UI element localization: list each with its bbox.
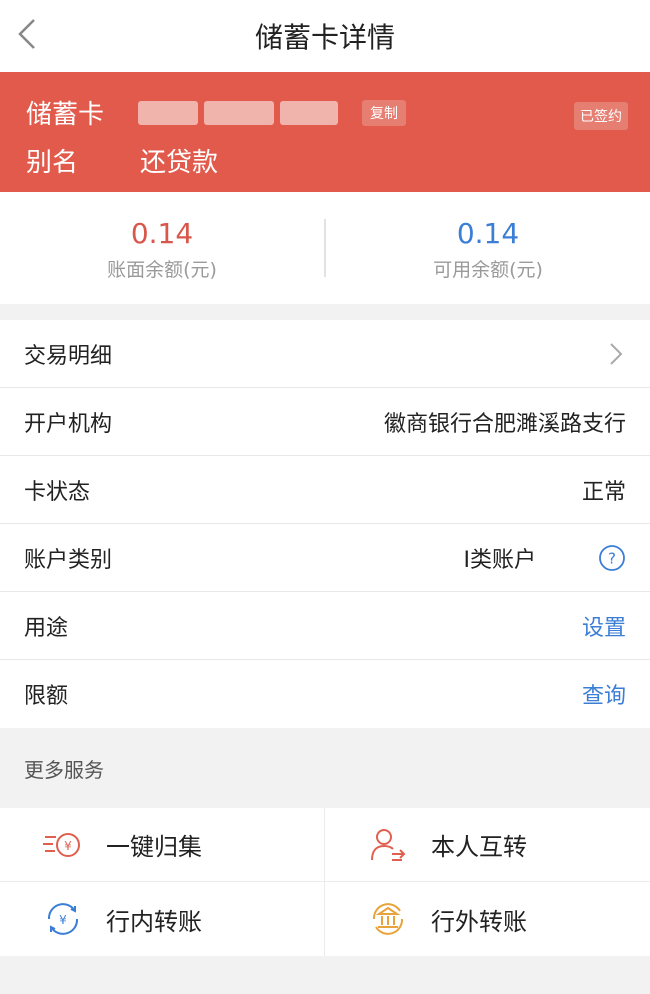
available-balance-label: 可用余额(元) xyxy=(433,258,543,281)
card-status-row: 卡状态 正常 xyxy=(0,456,650,524)
card-status-value: 正常 xyxy=(581,479,626,505)
card-banner: 储蓄卡 复制 已签约 别名 还贷款 xyxy=(0,72,650,192)
limit-label: 限额 xyxy=(24,684,69,709)
collect-funds-icon: ¥ xyxy=(43,832,80,857)
service-intra-bank-label: 行内转账 xyxy=(106,907,202,936)
intra-bank-transfer-icon: ¥ xyxy=(47,903,79,935)
inter-bank-transfer-icon xyxy=(372,903,404,935)
services-grid: ¥ 一键归集 本人互转 ¥ 行内转账 行外转账 xyxy=(0,808,650,956)
bank-row: 开户机构 徽商银行合肥濉溪路支行 xyxy=(0,388,650,456)
alias-row: 别名 还贷款 xyxy=(26,142,218,179)
account-type-label: 账户类别 xyxy=(24,547,113,573)
alias-label: 别名 xyxy=(26,148,79,178)
self-transfer-icon xyxy=(371,828,406,861)
card-status-label: 卡状态 xyxy=(24,479,91,505)
limit-query-link[interactable]: 查询 xyxy=(582,678,626,710)
header-bar: 储蓄卡详情 xyxy=(0,0,650,72)
copy-button[interactable]: 复制 xyxy=(362,99,407,126)
detail-list: 交易明细 开户机构 徽商银行合肥濉溪路支行 卡状态 正常 账户类别 I类账户 ?… xyxy=(0,320,650,728)
bank-value: 徽商银行合肥濉溪路支行 xyxy=(383,411,626,437)
service-collect-label: 一键归集 xyxy=(106,833,202,861)
transactions-label: 交易明细 xyxy=(24,343,113,369)
help-icon[interactable]: ? xyxy=(598,544,626,572)
account-type-row: 账户类别 I类账户 ? xyxy=(0,524,650,592)
card-type-label: 储蓄卡 xyxy=(26,100,105,130)
service-self-transfer[interactable]: 本人互转 xyxy=(325,808,650,882)
purpose-label: 用途 xyxy=(24,615,69,641)
svg-text:¥: ¥ xyxy=(59,913,67,927)
card-number-row: 储蓄卡 复制 xyxy=(26,94,407,131)
limit-row: 限额 查询 xyxy=(0,660,650,728)
book-balance-value: 0.14 xyxy=(130,216,194,250)
available-balance-value: 0.14 xyxy=(456,216,520,250)
available-balance: 0.14 可用余额(元) xyxy=(326,215,650,282)
alias-value: 还贷款 xyxy=(140,148,219,178)
more-services-heading: 更多服务 xyxy=(0,728,650,808)
service-collect[interactable]: ¥ 一键归集 xyxy=(0,808,325,882)
service-self-transfer-label: 本人互转 xyxy=(431,833,527,861)
back-arrow-icon[interactable] xyxy=(10,14,50,54)
svg-text:?: ? xyxy=(608,549,616,567)
purpose-set-link[interactable]: 设置 xyxy=(582,610,626,642)
account-type-value: I类账户 xyxy=(463,547,537,573)
page-title: 储蓄卡详情 xyxy=(254,21,395,54)
book-balance-label: 账面余额(元) xyxy=(107,258,217,281)
service-inter-bank[interactable]: 行外转账 xyxy=(325,882,650,956)
bank-label: 开户机构 xyxy=(24,411,113,437)
transactions-row[interactable]: 交易明细 xyxy=(0,320,650,388)
balance-panel: 0.14 账面余额(元) 0.14 可用余额(元) xyxy=(0,192,650,304)
service-intra-bank[interactable]: ¥ 行内转账 xyxy=(0,882,325,956)
signed-badge: 已签约 xyxy=(574,102,628,130)
book-balance: 0.14 账面余额(元) xyxy=(0,215,324,282)
masked-card-number xyxy=(138,100,348,125)
service-inter-bank-label: 行外转账 xyxy=(431,907,527,936)
svg-text:¥: ¥ xyxy=(64,839,72,853)
chevron-right-icon xyxy=(610,342,623,365)
purpose-row: 用途 设置 xyxy=(0,592,650,660)
